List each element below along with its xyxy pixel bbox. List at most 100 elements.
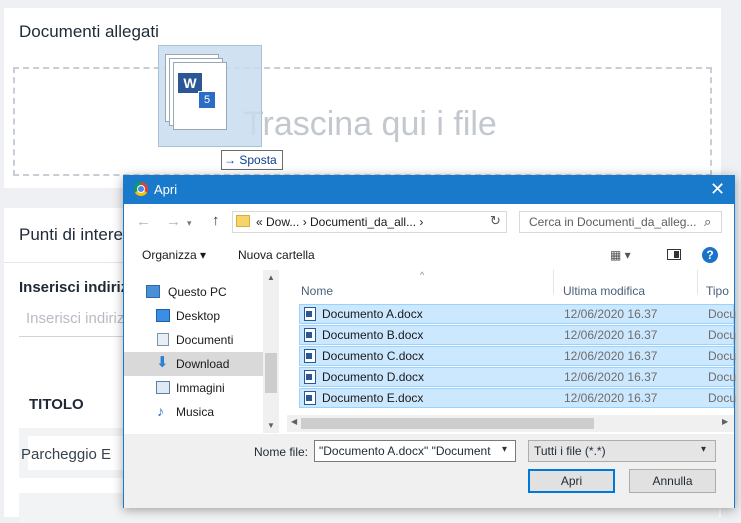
column-separator[interactable] <box>697 270 698 294</box>
sidebar-item-download[interactable]: ⬇ Download <box>124 352 263 376</box>
word-document-icon <box>304 307 316 321</box>
address-path: « Dow... › Documenti_da_all... › <box>256 215 424 229</box>
sidebar-item-label: Documenti <box>176 333 234 347</box>
word-file-icon: W 5 <box>173 62 227 130</box>
dialog-footer: Nome file: "Documento A.docx" "Document … <box>124 434 734 508</box>
file-row[interactable]: Documento D.docx 12/06/2020 16.37 Docu <box>299 367 737 387</box>
column-header-type[interactable]: Tipo <box>706 284 729 298</box>
chevron-down-icon[interactable]: ▾ <box>502 444 507 455</box>
scroll-up-icon[interactable]: ▲ <box>267 273 275 282</box>
download-icon: ⬇ <box>156 354 169 371</box>
open-file-dialog: Apri ✕ ← → ▾ ↑ « Dow... › Documenti_da_a… <box>123 175 737 508</box>
sidebar-item-questo-pc[interactable]: Questo PC <box>124 280 263 304</box>
desktop-icon <box>156 309 170 322</box>
file-row[interactable]: Documento A.docx 12/06/2020 16.37 Docu <box>299 304 737 324</box>
address-input[interactable]: Inserisci indiriz <box>26 310 124 327</box>
computer-icon <box>146 285 160 298</box>
scrollbar-thumb[interactable] <box>265 353 277 393</box>
search-icon: ⌕ <box>704 214 712 229</box>
file-name: Documento B.docx <box>322 328 424 342</box>
sidebar-item-desktop[interactable]: Desktop <box>124 304 263 328</box>
dropzone-text: Trascina qui i file <box>243 105 497 143</box>
word-logo-icon: W <box>178 73 202 93</box>
file-modified: 12/06/2020 16.37 <box>564 307 658 321</box>
column-header-modified[interactable]: Ultima modifica <box>563 284 645 298</box>
chevron-down-icon: ▾ <box>701 444 707 455</box>
documents-icon <box>157 333 169 346</box>
sidebar-item-immagini[interactable]: Immagini <box>124 376 263 400</box>
file-dropzone[interactable]: Trascina qui i file <box>13 67 712 176</box>
recent-locations-icon[interactable]: ▾ <box>187 218 192 229</box>
search-input[interactable]: Cerca in Documenti_da_alleg... ⌕ <box>519 211 722 233</box>
pictures-icon <box>156 381 170 394</box>
scroll-left-icon[interactable]: ◀ <box>291 417 297 426</box>
word-document-icon <box>304 370 316 384</box>
navigation-pane: Questo PC Desktop Documenti ⬇ Download I… <box>124 270 279 433</box>
move-tooltip: → Sposta <box>221 150 283 170</box>
chrome-icon <box>134 182 148 196</box>
filename-value: "Documento A.docx" "Document <box>319 444 491 458</box>
sidebar-item-label: Desktop <box>176 309 221 323</box>
sidebar-item-label: Musica <box>176 405 215 419</box>
arrow-right-icon: → <box>224 153 236 167</box>
scroll-down-icon[interactable]: ▼ <box>267 421 275 430</box>
file-modified: 12/06/2020 16.37 <box>564 370 658 384</box>
new-folder-button[interactable]: Nuova cartella <box>238 248 315 262</box>
file-type: Docu <box>708 307 737 321</box>
column-header-name[interactable]: Nome <box>301 284 333 298</box>
file-modified: 12/06/2020 16.37 <box>564 349 658 363</box>
close-icon[interactable]: ✕ <box>710 178 725 200</box>
word-document-icon <box>304 391 316 405</box>
filename-label: Nome file: <box>254 445 309 459</box>
file-row[interactable]: Documento B.docx 12/06/2020 16.37 Docu <box>299 325 737 345</box>
file-list: ^ Nome Ultima modifica Tipo Documento A.… <box>287 270 737 433</box>
sort-ascending-icon: ^ <box>420 270 425 280</box>
navigation-bar: ← → ▾ ↑ « Dow... › Documenti_da_all... ›… <box>124 204 734 240</box>
word-document-icon <box>304 328 316 342</box>
cancel-button[interactable]: Annulla <box>629 469 716 493</box>
drag-ghost: W 5 <box>158 45 262 147</box>
file-list-scrollbar[interactable]: ◀ ▶ <box>287 415 734 432</box>
view-options-icon[interactable]: ▦ ▾ <box>610 248 631 262</box>
search-placeholder: Cerca in Documenti_da_alleg... <box>529 215 697 229</box>
sidebar-item-musica[interactable]: ♪ Musica <box>124 400 263 424</box>
file-name: Documento C.docx <box>322 349 425 363</box>
filetype-value: Tutti i file (*.*) <box>534 444 606 458</box>
sidebar-item-label: Download <box>176 357 230 371</box>
dialog-title: Apri <box>154 182 178 197</box>
column-separator[interactable] <box>553 270 554 294</box>
dialog-toolbar: Organizza ▾ Nuova cartella ▦ ▾ ? <box>124 240 734 270</box>
sidebar-item-label: Immagini <box>176 381 225 395</box>
file-modified: 12/06/2020 16.37 <box>564 391 658 405</box>
file-type: Docu <box>708 370 737 384</box>
preview-pane-icon[interactable] <box>667 249 681 260</box>
open-button[interactable]: Apri <box>528 469 615 493</box>
back-icon[interactable]: ← <box>136 213 151 230</box>
filetype-select[interactable]: Tutti i file (*.*) ▾ <box>528 440 716 462</box>
help-icon[interactable]: ? <box>702 247 718 263</box>
file-type: Docu <box>708 328 737 342</box>
sidebar-item-documenti[interactable]: Documenti <box>124 328 263 352</box>
file-name: Documento E.docx <box>322 391 424 405</box>
dialog-titlebar[interactable]: Apri ✕ <box>124 176 734 204</box>
attachments-title: Documenti allegati <box>19 22 159 41</box>
forward-icon[interactable]: → <box>166 213 181 230</box>
file-type: Docu <box>708 391 737 405</box>
scroll-right-icon[interactable]: ▶ <box>722 417 728 426</box>
up-folder-icon[interactable]: ↑ <box>212 212 220 229</box>
filename-input[interactable]: "Documento A.docx" "Document ▾ <box>314 440 516 462</box>
file-type: Docu <box>708 349 737 363</box>
folder-icon <box>236 215 250 227</box>
scrollbar-thumb[interactable] <box>301 418 594 429</box>
title-column-header: TITOLO <box>29 396 84 413</box>
address-bar[interactable]: « Dow... › Documenti_da_all... › <box>232 211 507 233</box>
music-icon: ♪ <box>157 403 164 419</box>
file-row[interactable]: Documento E.docx 12/06/2020 16.37 Docu <box>299 388 737 408</box>
organize-button[interactable]: Organizza ▾ <box>142 248 206 262</box>
file-modified: 12/06/2020 16.37 <box>564 328 658 342</box>
file-name: Documento A.docx <box>322 307 423 321</box>
refresh-icon[interactable]: ↻ <box>490 213 501 229</box>
points-title: Punti di intere <box>19 225 123 244</box>
navigation-pane-scrollbar[interactable]: ▲ ▼ <box>263 270 279 433</box>
file-row[interactable]: Documento C.docx 12/06/2020 16.37 Docu <box>299 346 737 366</box>
